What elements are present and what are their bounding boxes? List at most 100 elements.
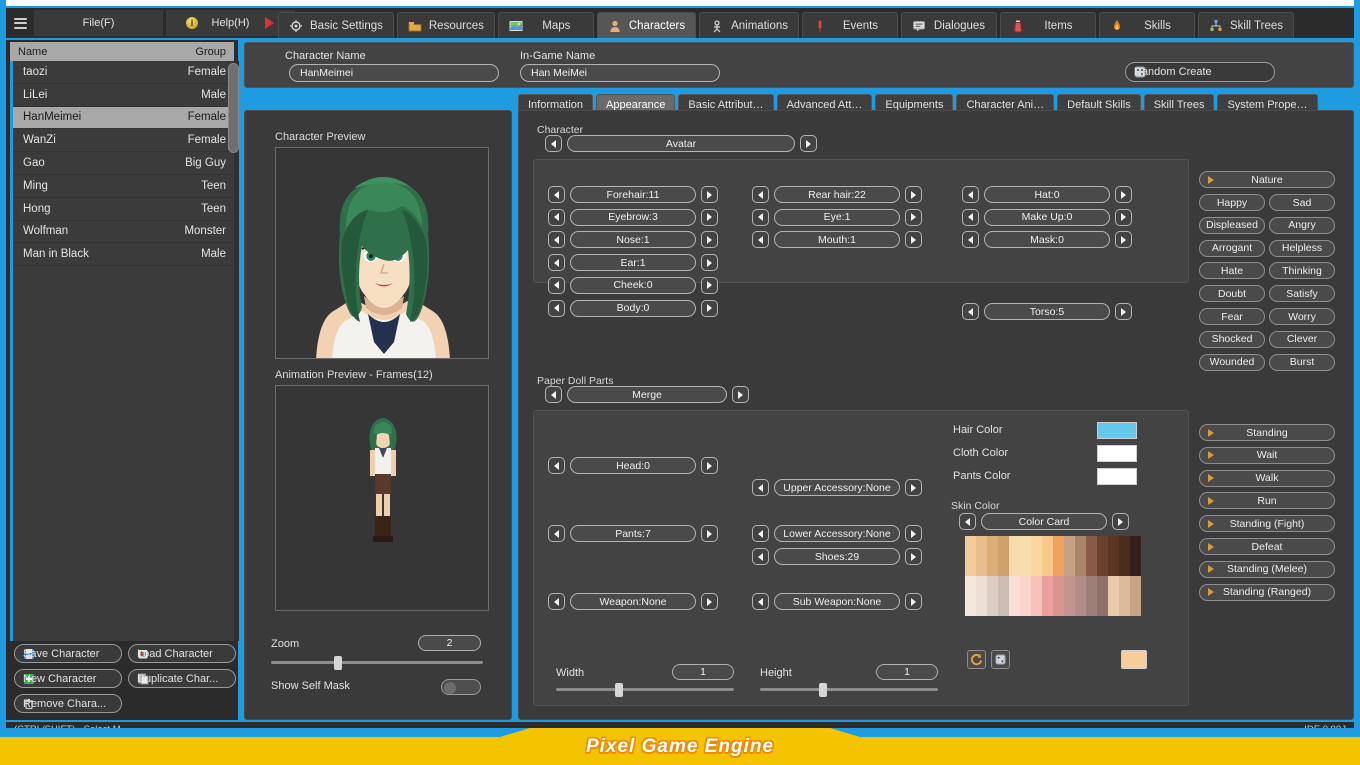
char-part-c2-next-button[interactable] — [1115, 231, 1132, 249]
pd-left0-next-button[interactable] — [701, 457, 718, 474]
char-part-b0-next-button[interactable] — [905, 186, 922, 203]
palette-swatch[interactable] — [987, 576, 998, 616]
char-part-b2-next-button[interactable] — [905, 231, 922, 249]
emotion-worry-button[interactable]: Worry — [1269, 308, 1335, 325]
char-part-a2-prev-button[interactable] — [548, 231, 565, 249]
emotion-doubt-button[interactable]: Doubt — [1199, 285, 1265, 303]
dice-icon[interactable] — [991, 650, 1010, 669]
character-mode-next-button[interactable] — [800, 135, 817, 152]
palette-swatch[interactable] — [1130, 536, 1141, 576]
palette-swatch[interactable] — [1086, 576, 1097, 616]
table-row[interactable]: Man in Black Male — [13, 243, 234, 267]
table-row[interactable]: Gao Big Guy — [13, 152, 234, 175]
char-part-b2-prev-button[interactable] — [752, 231, 769, 249]
pd-right1-next-button[interactable] — [905, 525, 922, 542]
pd-left1-value[interactable]: Pants:7 — [570, 525, 696, 542]
tab-dialogues[interactable]: Dialogues — [900, 12, 997, 38]
emotion-clever-button[interactable]: Clever — [1269, 330, 1335, 348]
char-part-a0-prev-button[interactable] — [548, 186, 565, 203]
palette-swatch[interactable] — [1020, 536, 1031, 576]
height-value[interactable]: 1 — [876, 664, 938, 680]
char-part-c0-prev-button[interactable] — [962, 186, 979, 203]
pd-right3-next-button[interactable] — [905, 593, 922, 610]
tab-animations[interactable]: Animations — [699, 12, 799, 38]
ingame-name-input[interactable]: Han MeiMei — [520, 64, 720, 82]
skin-color-palette[interactable] — [965, 536, 1141, 616]
emotion-arrogant-button[interactable]: Arrogant — [1199, 239, 1265, 257]
hamburger-icon[interactable] — [8, 12, 32, 34]
char-part-a3-value[interactable]: Ear:1 — [570, 254, 696, 272]
char-part-a1-next-button[interactable] — [701, 208, 718, 226]
emotion-fear-button[interactable]: Fear — [1199, 308, 1265, 325]
pants-color-swatch[interactable] — [1097, 468, 1137, 485]
pd-right1-value[interactable]: Lower Accessory:None — [774, 525, 900, 542]
palette-swatch[interactable] — [1042, 536, 1053, 576]
pose-walk-button[interactable]: Walk — [1199, 469, 1335, 487]
torso-next-button[interactable] — [1115, 303, 1132, 320]
palette-swatch[interactable] — [1119, 576, 1130, 616]
character-name-input[interactable]: HanMeimei — [289, 64, 499, 82]
emotion-satisfy-button[interactable]: Satisfy — [1269, 285, 1335, 303]
pose-standing-ranged--button[interactable]: Standing (Ranged) — [1199, 583, 1335, 601]
pd-left2-value[interactable]: Weapon:None — [570, 593, 696, 610]
char-part-b0-value[interactable]: Rear hair:22 — [774, 186, 900, 203]
current-skin-color-swatch[interactable] — [1121, 650, 1147, 669]
emotion-nature-button[interactable]: Nature — [1199, 171, 1335, 188]
pose-standing-button[interactable]: Standing — [1199, 424, 1335, 441]
pd-right0-next-button[interactable] — [905, 479, 922, 496]
emotion-burst-button[interactable]: Burst — [1269, 353, 1335, 371]
palette-swatch[interactable] — [1031, 536, 1042, 576]
list-scrollbar-thumb[interactable] — [228, 63, 239, 153]
pose-standing-fight--button[interactable]: Standing (Fight) — [1199, 515, 1335, 533]
refresh-icon[interactable] — [967, 650, 986, 669]
table-row[interactable]: taozi Female — [13, 61, 234, 84]
palette-swatch[interactable] — [1097, 576, 1108, 616]
random-create-button[interactable]: Random Create — [1125, 62, 1275, 82]
char-part-a4-value[interactable]: Cheek:0 — [570, 276, 696, 294]
pd-left0-prev-button[interactable] — [548, 457, 565, 474]
table-row[interactable]: HanMeimei Female — [13, 106, 234, 130]
palette-swatch[interactable] — [998, 536, 1009, 576]
tab-skill-trees[interactable]: Skill Trees — [1197, 12, 1295, 38]
emotion-displeased-button[interactable]: Displeased — [1199, 216, 1265, 234]
show-self-mask-toggle[interactable] — [441, 679, 481, 695]
char-part-c1-value[interactable]: Make Up:0 — [984, 208, 1110, 226]
palette-swatch[interactable] — [976, 536, 987, 576]
width-slider-track[interactable] — [556, 688, 734, 691]
emotion-thinking-button[interactable]: Thinking — [1269, 262, 1335, 280]
emotion-wounded-button[interactable]: Wounded — [1199, 353, 1265, 371]
pose-standing-melee--button[interactable]: Standing (Melee) — [1199, 560, 1335, 578]
char-part-a4-prev-button[interactable] — [548, 276, 565, 294]
palette-swatch[interactable] — [1064, 536, 1075, 576]
palette-swatch[interactable] — [1097, 536, 1108, 576]
zoom-value[interactable]: 2 — [418, 635, 481, 651]
char-part-a5-value[interactable]: Body:0 — [570, 299, 696, 317]
char-part-b1-value[interactable]: Eye:1 — [774, 208, 900, 226]
remove-chara-button[interactable]: Remove Chara... — [14, 694, 122, 713]
palette-swatch[interactable] — [1130, 576, 1141, 616]
color-card-next-button[interactable] — [1112, 513, 1129, 530]
emotion-happy-button[interactable]: Happy — [1199, 194, 1265, 211]
char-part-a1-prev-button[interactable] — [548, 208, 565, 226]
palette-swatch[interactable] — [1042, 576, 1053, 616]
palette-swatch[interactable] — [1053, 576, 1064, 616]
height-slider-knob[interactable] — [819, 683, 827, 697]
character-list[interactable]: taozi Female LiLei Male HanMeimei Female WanZi… — [10, 61, 234, 641]
char-part-b2-value[interactable]: Mouth:1 — [774, 231, 900, 249]
pd-left2-next-button[interactable] — [701, 593, 718, 610]
emotion-hate-button[interactable]: Hate — [1199, 262, 1265, 280]
paperdoll-mode-prev-button[interactable] — [545, 386, 562, 403]
pd-right2-prev-button[interactable] — [752, 548, 769, 565]
char-part-c2-value[interactable]: Mask:0 — [984, 231, 1110, 249]
palette-swatch[interactable] — [1064, 576, 1075, 616]
char-part-c2-prev-button[interactable] — [962, 231, 979, 249]
char-part-c1-prev-button[interactable] — [962, 208, 979, 226]
palette-swatch[interactable] — [998, 576, 1009, 616]
pd-left1-next-button[interactable] — [701, 525, 718, 542]
char-part-a3-prev-button[interactable] — [548, 254, 565, 272]
pd-right2-next-button[interactable] — [905, 548, 922, 565]
char-part-a2-next-button[interactable] — [701, 231, 718, 249]
palette-swatch[interactable] — [1009, 576, 1020, 616]
character-mode-value[interactable]: Avatar — [567, 135, 795, 152]
palette-swatch[interactable] — [987, 536, 998, 576]
